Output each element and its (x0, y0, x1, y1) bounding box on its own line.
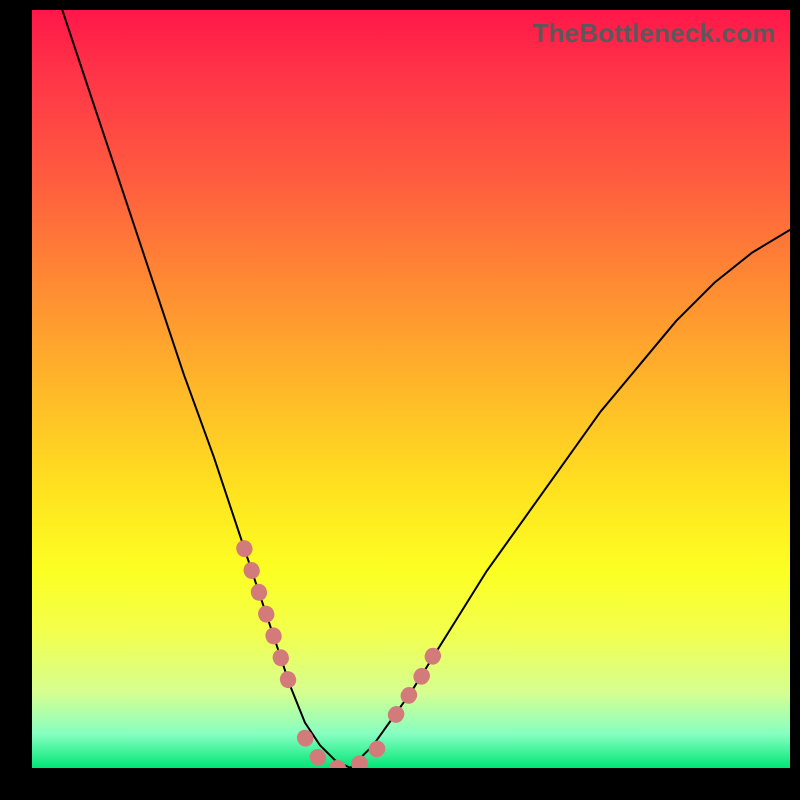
curve-path (32, 10, 790, 768)
highlight-segment (244, 548, 290, 684)
highlight-segment (305, 738, 381, 768)
bottleneck-chart (32, 10, 790, 768)
chart-frame: TheBottleneck.com (0, 0, 800, 800)
plot-area: TheBottleneck.com (32, 10, 790, 768)
